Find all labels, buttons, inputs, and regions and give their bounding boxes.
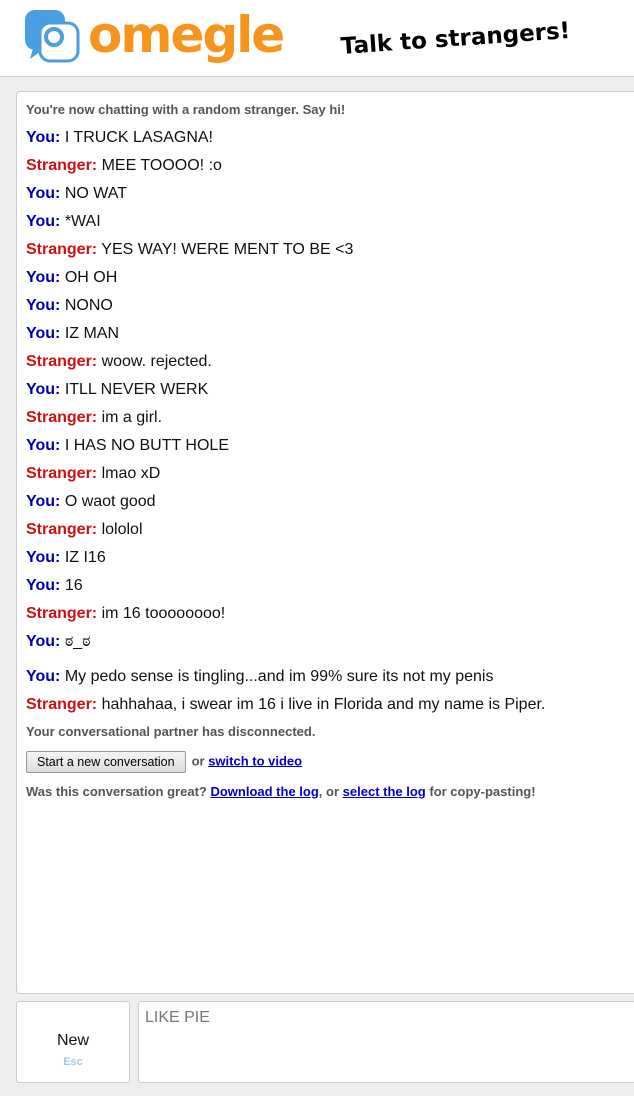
message-sender: You: <box>26 381 61 398</box>
message-text: *WAI <box>64 213 101 230</box>
message-sender: Stranger: <box>26 521 98 538</box>
message-text: lololol <box>101 521 143 538</box>
message-sender: Stranger: <box>26 353 98 370</box>
message-text: im a girl. <box>101 409 163 426</box>
message-text: woow. rejected. <box>101 353 212 370</box>
message-row: You: ITLL NEVER WERK <box>26 380 208 400</box>
message-text: hahhahaa, i swear im 16 i live in Florid… <box>101 696 546 713</box>
message-sender: You: <box>26 633 61 650</box>
message-text: OH OH <box>64 269 118 286</box>
message-sender: You: <box>26 577 61 594</box>
message-text: MEE TOOOO! :o <box>101 157 222 174</box>
message-row: You: *WAI <box>26 212 101 232</box>
message-row: You: O waot good <box>26 492 156 512</box>
message-text: I TRUCK LASAGNA! <box>64 129 213 146</box>
message-row: Stranger: lololol <box>26 520 143 540</box>
message-row: Stranger: lmao xD <box>26 464 160 484</box>
message-row: You: I HAS NO BUTT HOLE <box>26 436 229 456</box>
message-sender: You: <box>26 129 61 146</box>
message-text: ಠ_ಠ <box>64 633 91 650</box>
message-text: lmao xD <box>101 465 161 482</box>
message-sender: You: <box>26 297 61 314</box>
message-text: IZ I16 <box>64 549 106 566</box>
new-button[interactable]: New Esc <box>16 1001 130 1083</box>
new-button-label: New <box>56 1032 89 1049</box>
or-text: or <box>191 753 205 769</box>
or-comma-text: , or <box>318 784 340 799</box>
select-log-link[interactable]: select the log <box>343 784 426 799</box>
message-text: O waot good <box>64 493 156 510</box>
message-row: You: 16 <box>26 576 83 596</box>
chat-input[interactable]: LIKE PIE <box>138 1001 634 1083</box>
message-sender: Stranger: <box>26 241 98 258</box>
message-row: You: My pedo sense is tingling...and im … <box>26 667 493 687</box>
message-row: You: NO WAT <box>26 184 127 204</box>
message-row: You: IZ I16 <box>26 548 106 568</box>
message-row: Stranger: MEE TOOOO! :o <box>26 156 222 176</box>
download-log-link[interactable]: Download the log <box>210 784 318 799</box>
conversation-great-row: Was this conversation great? Download th… <box>26 784 536 799</box>
message-row: Stranger: im a girl. <box>26 408 162 428</box>
tagline: Talk to strangers! <box>340 17 572 60</box>
esc-hint: Esc <box>63 1056 83 1068</box>
message-sender: You: <box>26 213 61 230</box>
message-sender: You: <box>26 437 61 454</box>
message-row: Stranger: woow. rejected. <box>26 352 212 372</box>
message-sender: Stranger: <box>26 409 98 426</box>
message-row: You: IZ MAN <box>26 324 119 344</box>
great-suffix: for copy-pasting! <box>429 784 536 799</box>
disconnected-status: Your conversational partner has disconne… <box>26 724 316 739</box>
message-row: Stranger: YES WAY! WERE MENT TO BE <3 <box>26 240 353 260</box>
message-sender: You: <box>26 549 61 566</box>
message-sender: You: <box>26 668 61 685</box>
great-prefix: Was this conversation great? <box>26 784 207 799</box>
message-row: Stranger: hahhahaa, i swear im 16 i live… <box>26 695 545 715</box>
new-conversation-row: Start a new conversation or switch to vid… <box>26 751 302 773</box>
message-text: im 16 toooooooo! <box>101 605 226 622</box>
omegle-chat-bubbles-icon[interactable] <box>24 9 80 65</box>
message-row: Stranger: im 16 toooooooo! <box>26 604 225 624</box>
logo-text[interactable]: omegle <box>88 6 285 64</box>
message-text: 16 <box>64 577 83 594</box>
message-row: You: I TRUCK LASAGNA! <box>26 128 213 148</box>
message-sender: You: <box>26 269 61 286</box>
message-text: I HAS NO BUTT HOLE <box>64 437 229 454</box>
header: omegle Talk to strangers! <box>0 0 634 77</box>
chat-log: You're now chatting with a random strang… <box>16 91 634 994</box>
message-sender: Stranger: <box>26 696 98 713</box>
message-sender: Stranger: <box>26 605 98 622</box>
message-sender: Stranger: <box>26 465 98 482</box>
message-row: You: NONO <box>26 296 113 316</box>
message-text: My pedo sense is tingling...and im 99% s… <box>64 668 494 685</box>
intro-status: You're now chatting with a random strang… <box>26 102 346 117</box>
message-sender: Stranger: <box>26 157 98 174</box>
message-text: NO WAT <box>64 185 128 202</box>
message-row: You: ಠ_ಠ <box>26 632 91 652</box>
switch-to-video-link[interactable]: switch to video <box>208 753 302 768</box>
message-sender: You: <box>26 185 61 202</box>
message-text: YES WAY! WERE MENT TO BE <3 <box>101 241 354 258</box>
message-sender: You: <box>26 325 61 342</box>
message-text: ITLL NEVER WERK <box>64 381 209 398</box>
message-sender: You: <box>26 493 61 510</box>
message-text: IZ MAN <box>64 325 120 342</box>
chat-input-value: LIKE PIE <box>145 1009 210 1026</box>
message-text: NONO <box>64 297 113 314</box>
message-row: You: OH OH <box>26 268 117 288</box>
start-new-conversation-button[interactable]: Start a new conversation <box>26 751 186 773</box>
